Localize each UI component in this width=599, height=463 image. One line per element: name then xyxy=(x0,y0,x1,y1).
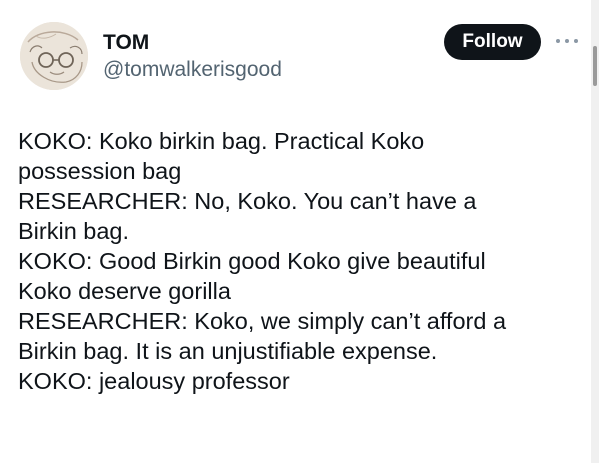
avatar[interactable] xyxy=(20,22,88,90)
tweet-line: KOKO: Koko birkin bag. Practical Koko xyxy=(18,128,425,154)
tweet-line: possession bag xyxy=(18,158,182,184)
tweet-card: TOM @tomwalkerisgood Follow KOKO: Koko b… xyxy=(0,0,599,463)
more-dot xyxy=(574,39,578,43)
tweet-line: KOKO: Good Birkin good Koko give beautif… xyxy=(18,248,486,274)
follow-button[interactable]: Follow xyxy=(444,24,541,60)
tweet-line: KOKO: jealousy professor xyxy=(18,368,290,394)
tweet-text: KOKO: Koko birkin bag. Practical Koko po… xyxy=(18,126,583,396)
more-dot xyxy=(565,39,569,43)
tweet-line: Birkin bag. xyxy=(18,218,130,244)
author-handle[interactable]: @tomwalkerisgood xyxy=(103,58,282,82)
scrollbar-thumb[interactable] xyxy=(593,46,597,86)
tweet-line: Koko deserve gorilla xyxy=(18,278,231,304)
scrollbar[interactable] xyxy=(591,0,599,463)
tweet-line: RESEARCHER: Koko, we simply can’t afford… xyxy=(18,308,507,334)
sketch-portrait-icon xyxy=(20,22,88,90)
more-dot xyxy=(556,39,560,43)
more-options-icon[interactable] xyxy=(556,34,578,48)
tweet-line: Birkin bag. It is an unjustifiable expen… xyxy=(18,338,438,364)
tweet-line: RESEARCHER: No, Koko. You can’t have a xyxy=(18,188,477,214)
author-display-name[interactable]: TOM xyxy=(103,31,149,55)
